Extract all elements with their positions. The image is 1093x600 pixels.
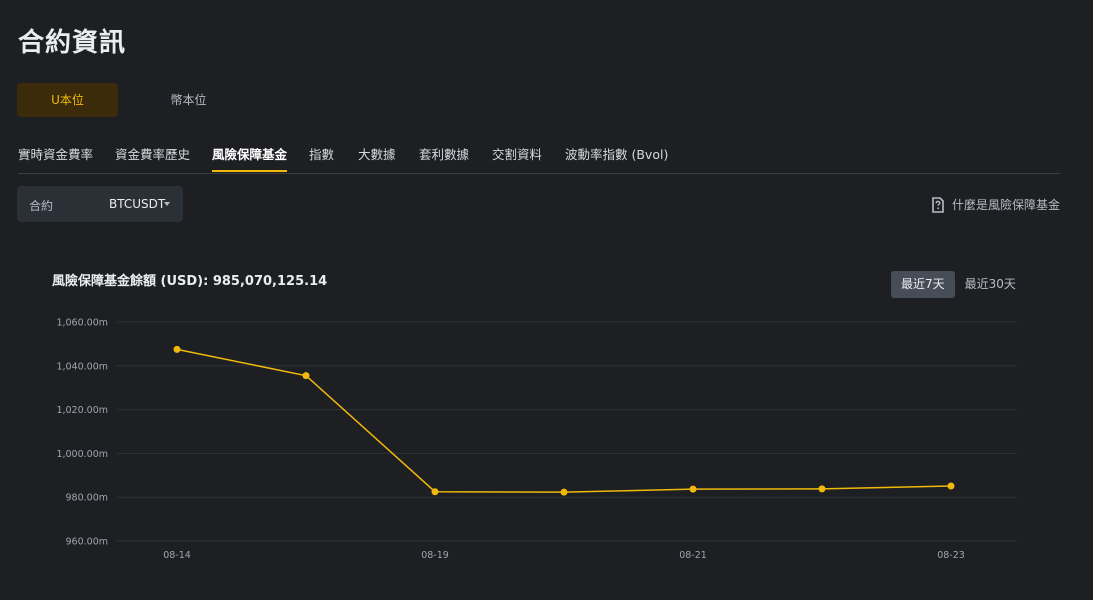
contract-info-page: 合約資訊 U本位 幣本位 實時資金費率 資金費率歷史 風險保障基金 指數 大數據… bbox=[0, 0, 1093, 600]
help-document-icon bbox=[932, 196, 944, 213]
contract-label: 合約 bbox=[29, 199, 54, 213]
data-point bbox=[818, 485, 826, 493]
insurance-fund-help-link[interactable]: 什麼是風險保障基金 bbox=[931, 196, 1060, 213]
page-title: 合約資訊 bbox=[18, 28, 127, 58]
range-30d-button[interactable]: 最近30天 bbox=[955, 271, 1026, 298]
y-tick-label: 960.00m bbox=[66, 537, 109, 548]
data-point bbox=[689, 485, 697, 493]
x-tick-label: 08-21 bbox=[679, 550, 707, 561]
y-tick-label: 1,020.00m bbox=[56, 405, 108, 416]
data-point bbox=[560, 488, 568, 496]
x-tick-label: 08-19 bbox=[421, 550, 449, 561]
fund-balance: 風險保障基金餘額 (USD): 985,070,125.14 bbox=[52, 274, 328, 289]
tab-coin-margined[interactable]: 幣本位 bbox=[138, 83, 239, 117]
range-7d-button[interactable]: 最近7天 bbox=[891, 271, 955, 298]
data-point bbox=[947, 482, 955, 490]
contract-select[interactable]: 合約 BTCUSDT bbox=[17, 186, 183, 222]
sub-tabs: 實時資金費率 資金費率歷史 風險保障基金 指數 大數據 套利數據 交割資料 波動… bbox=[18, 132, 1060, 174]
y-tick-label: 1,040.00m bbox=[56, 361, 108, 372]
x-tick-label: 08-14 bbox=[163, 550, 191, 561]
tab-delivery-data[interactable]: 交割資料 bbox=[492, 144, 542, 163]
data-point bbox=[173, 345, 181, 353]
caret-down-icon bbox=[164, 202, 170, 206]
y-tick-label: 1,000.00m bbox=[56, 449, 108, 460]
y-tick-label: 1,060.00m bbox=[56, 318, 108, 329]
tab-arbitrage-data[interactable]: 套利數據 bbox=[419, 144, 469, 163]
data-point bbox=[431, 488, 439, 496]
tab-usdt-margined[interactable]: U本位 bbox=[17, 83, 118, 117]
data-point bbox=[302, 372, 310, 380]
series-line bbox=[176, 348, 952, 493]
help-link-label: 什麼是風險保障基金 bbox=[951, 198, 1060, 212]
tab-funding-rate-history[interactable]: 資金費率歷史 bbox=[115, 144, 190, 163]
contract-value: BTCUSDT bbox=[109, 197, 166, 211]
tab-insurance-fund[interactable]: 風險保障基金 bbox=[212, 144, 288, 172]
tab-volatility-index[interactable]: 波動率指數 (Bvol) bbox=[565, 144, 668, 163]
tab-realtime-funding-rate[interactable]: 實時資金費率 bbox=[18, 144, 93, 163]
range-buttons: 最近7天 最近30天 bbox=[891, 271, 1026, 298]
x-tick-label: 08-23 bbox=[937, 550, 965, 561]
y-tick-label: 980.00m bbox=[66, 493, 109, 504]
unit-tabs: U本位 幣本位 bbox=[17, 83, 239, 117]
tab-index[interactable]: 指數 bbox=[309, 144, 334, 163]
tab-big-data[interactable]: 大數據 bbox=[358, 144, 396, 163]
